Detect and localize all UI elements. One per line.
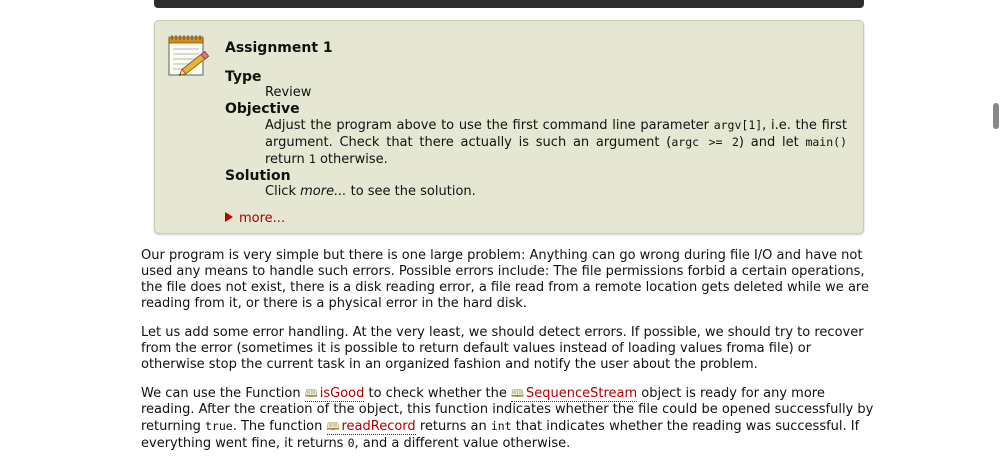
paragraph-error-handling: Let us add some error handling. At the v… [141,325,864,372]
open-book-icon: 🕮 [511,387,524,400]
link-sequencestream[interactable]: 🕮 SequenceStream [511,386,638,402]
code-int: int [490,419,512,433]
open-book-icon: 🕮 [326,420,340,433]
more-label: more... [239,211,286,226]
solution-text: Click more... to see the solution. [265,184,476,199]
link-isgood[interactable]: 🕮 isGood [304,386,365,402]
notepad-pencil-icon [168,35,210,76]
type-value: Review [265,85,312,100]
vertical-scrollbar[interactable] [993,103,999,129]
open-book-icon: 🕮 [304,387,318,400]
type-label: Type [225,69,262,85]
assignment-box: Assignment 1 Type Review Objective Adjus… [154,20,864,234]
triangle-right-icon [225,212,233,222]
code-main: main() [805,135,847,149]
more-toggle[interactable]: more... [225,211,285,226]
solution-label: Solution [225,168,291,184]
code-argv: argv[1] [713,118,763,132]
documentation-page: Assignment 1 Type Review Objective Adjus… [0,0,1001,459]
assignment-title: Assignment 1 [225,40,333,56]
objective-text: Adjust the program above to use the firs… [265,118,847,167]
paragraph-error-sources: Our program is very simple but there is … [141,248,869,311]
code-block-bottom-edge [154,0,864,8]
assignment-details: Type Review Objective Adjust the program… [225,69,847,200]
code-zero: 0 [347,436,355,450]
code-one: 1 [308,152,316,166]
code-true: true [204,419,233,433]
code-argc: argc >= 2 [671,135,739,149]
main-content: Our program is very simple but there is … [141,248,875,459]
link-readrecord[interactable]: 🕮 readRecord [326,419,416,435]
paragraph-functions: We can use the Function 🕮 isGood to check… [141,386,874,451]
objective-label: Objective [225,101,300,117]
